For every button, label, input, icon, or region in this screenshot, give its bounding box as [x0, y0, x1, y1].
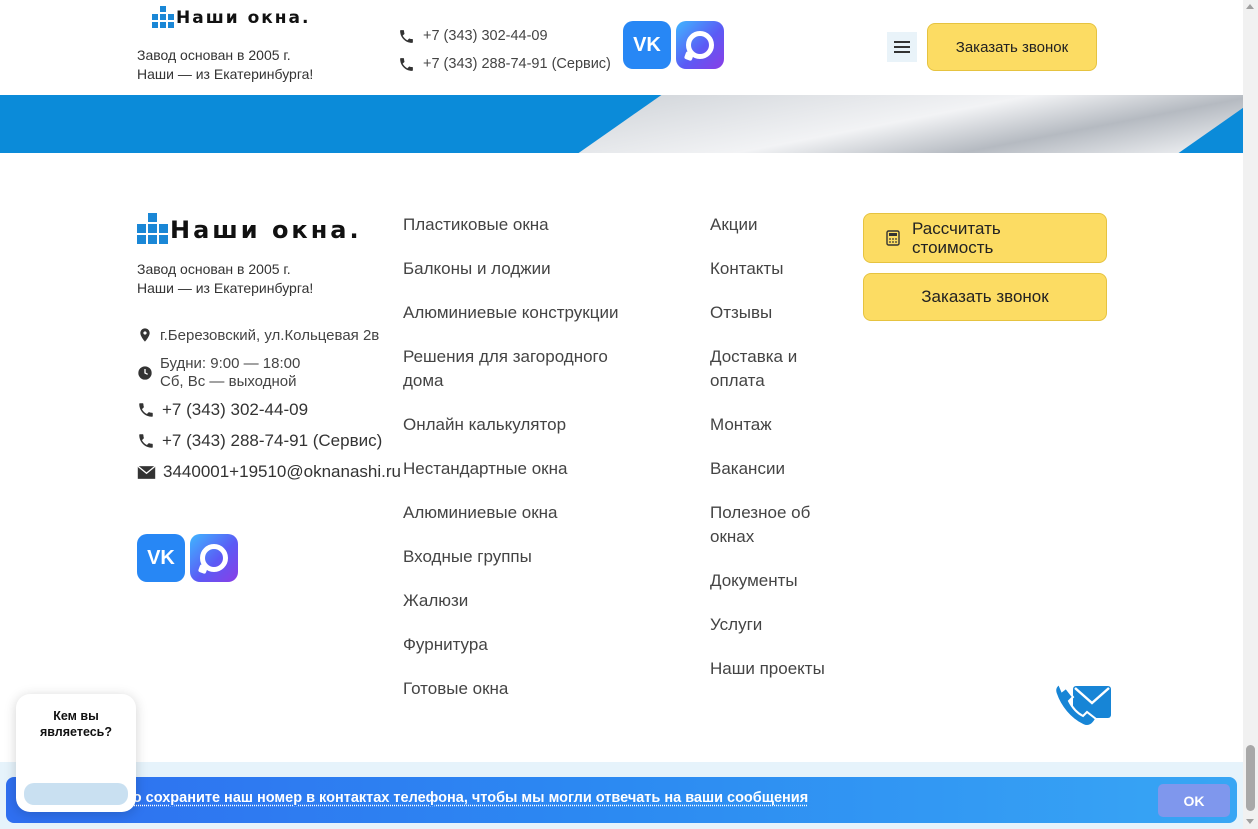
header-social: VK: [623, 21, 724, 69]
footer-link[interactable]: Балконы и лоджии: [403, 257, 653, 281]
footer-link[interactable]: Алюминиевые конструкции: [403, 301, 653, 325]
footer-link[interactable]: Пластиковые окна: [403, 213, 653, 237]
footer-link[interactable]: Нестандартные окна: [403, 457, 653, 481]
hero-banner-strip: [0, 95, 1243, 153]
footer-email[interactable]: 3440001+19510@oknanashi.ru: [137, 462, 401, 482]
max-messenger-icon[interactable]: [676, 21, 724, 69]
header-phone-1[interactable]: +7 (343) 302-44-09: [398, 22, 611, 50]
header-phone-2[interactable]: +7 (343) 288-74-91 (Сервис): [398, 50, 611, 78]
logo-text: Наши окна: [176, 8, 303, 28]
footer-link[interactable]: Жалюзи: [403, 589, 653, 613]
notice-bar: но сохраните наш номер в контактах телеф…: [6, 777, 1237, 823]
chat-question: Кем вы являетесь?: [39, 709, 112, 739]
footer-link[interactable]: Полезное об окнах: [710, 501, 850, 549]
vk-icon[interactable]: VK: [623, 21, 671, 69]
footer-link[interactable]: Акции: [710, 213, 850, 237]
footer-link[interactable]: Готовые окна: [403, 677, 653, 701]
footer-link[interactable]: Отзывы: [710, 301, 850, 325]
calculator-icon: [886, 230, 900, 246]
footer-link[interactable]: Контакты: [710, 257, 850, 281]
footer-menu-info: Акции Контакты Отзывы Доставка и оплата …: [710, 213, 850, 701]
header-tagline: Завод основан в 2005 г. Наши — из Екатер…: [137, 47, 314, 82]
clock-icon: [138, 366, 152, 380]
phone-mail-icon: [1054, 682, 1111, 727]
footer-social: VK: [137, 534, 238, 582]
footer-callback-button[interactable]: Заказать звонок: [863, 273, 1107, 321]
calculate-cost-button[interactable]: Рассчитать стоимость: [863, 213, 1107, 263]
footer-address: г.Березовский, ул.Кольцевая 2в: [137, 326, 379, 344]
header-callback-button[interactable]: Заказать звонок: [927, 23, 1097, 71]
footer-link[interactable]: Входные группы: [403, 545, 653, 569]
footer-phone-2[interactable]: +7 (343) 288-74-91 (Сервис): [137, 431, 382, 451]
footer-link[interactable]: Монтаж: [710, 413, 850, 437]
chat-answer-field[interactable]: [24, 783, 128, 805]
footer-menu-products: Пластиковые окна Балконы и лоджии Алюмин…: [403, 213, 653, 721]
footer-link[interactable]: Фурнитура: [403, 633, 653, 657]
footer-link[interactable]: Наши проекты: [710, 657, 850, 681]
footer-link[interactable]: Решения для загородного дома: [403, 345, 653, 393]
logo-text: Наши окна: [170, 216, 350, 244]
footer-link[interactable]: Вакансии: [710, 457, 850, 481]
footer-link[interactable]: Алюминиевые окна: [403, 501, 653, 525]
footer-logo[interactable]: Наши окна.: [137, 213, 361, 244]
footer-hours: Будни: 9:00 — 18:00 Сб, Вс — выходной: [137, 355, 300, 391]
max-messenger-icon[interactable]: [190, 534, 238, 582]
logo-mark-icon: [152, 6, 174, 28]
phone-icon: [139, 403, 153, 417]
chat-popup: Кем вы являетесь?: [16, 694, 136, 812]
footer-tagline: Завод основан в 2005 г. Наши — из Екатер…: [137, 261, 314, 296]
map-pin-icon: [140, 328, 150, 342]
header-logo[interactable]: Наши окна.: [152, 6, 311, 28]
phone-icon: [400, 29, 413, 43]
contact-widget-button[interactable]: [1053, 678, 1113, 733]
vk-icon[interactable]: VK: [137, 534, 185, 582]
notice-ok-button[interactable]: OK: [1158, 784, 1230, 817]
notice-text[interactable]: но сохраните наш номер в контактах телеф…: [124, 790, 808, 806]
header-phones: +7 (343) 302-44-09 +7 (343) 288-74-91 (С…: [398, 22, 611, 78]
scrollbar-thumb[interactable]: [1246, 745, 1255, 811]
site-header: Наши окна. Завод основан в 2005 г. Наши …: [0, 0, 1243, 95]
mail-icon: [137, 465, 156, 479]
phone-icon: [139, 434, 153, 448]
scrollbar-track[interactable]: [1243, 0, 1258, 829]
footer-link[interactable]: Онлайн калькулятор: [403, 413, 653, 437]
phone-icon: [400, 57, 413, 71]
scroll-up-icon[interactable]: [1246, 4, 1254, 9]
menu-burger-button[interactable]: [887, 32, 917, 62]
footer-phone-1[interactable]: +7 (343) 302-44-09: [137, 400, 308, 420]
footer-link[interactable]: Доставка и оплата: [710, 345, 850, 393]
footer-link[interactable]: Услуги: [710, 613, 850, 637]
scroll-down-icon[interactable]: [1246, 819, 1254, 824]
footer-link[interactable]: Документы: [710, 569, 850, 593]
logo-mark-icon: [137, 213, 168, 244]
menu-icon: [894, 41, 910, 43]
